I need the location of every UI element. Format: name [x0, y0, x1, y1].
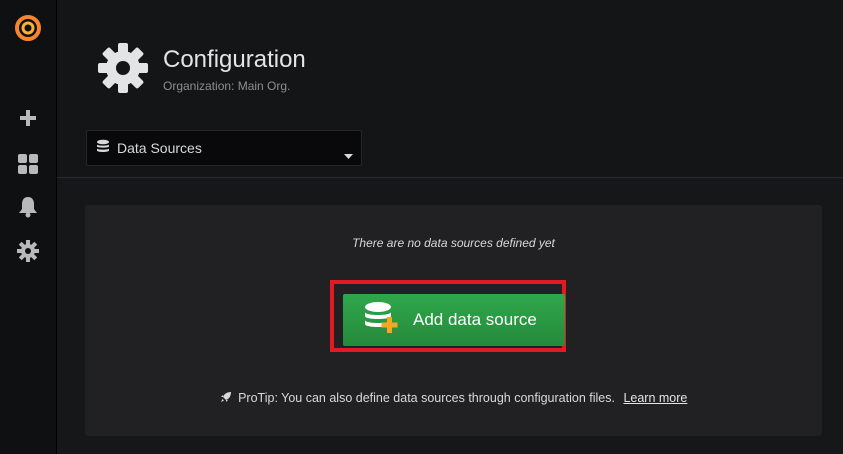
- caret-down-icon: [344, 146, 353, 164]
- plus-icon[interactable]: [0, 98, 56, 138]
- protip-text: ProTip: You can also define data sources…: [238, 391, 615, 405]
- database-add-icon: [363, 301, 399, 340]
- section-dropdown[interactable]: Data Sources: [86, 130, 362, 166]
- empty-list-panel: There are no data sources defined yet Ad…: [85, 205, 822, 436]
- grafana-logo-icon[interactable]: [0, 8, 56, 48]
- gear-icon: [97, 42, 149, 99]
- bell-icon[interactable]: [0, 187, 56, 227]
- database-icon: [96, 139, 110, 158]
- add-data-source-button[interactable]: Add data source: [343, 294, 565, 346]
- page-subtitle: Organization: Main Org.: [163, 79, 291, 93]
- rocket-icon: [220, 391, 232, 406]
- empty-message: There are no data sources defined yet: [352, 236, 555, 250]
- protip: ProTip: You can also define data sources…: [85, 391, 822, 406]
- page-header: Configuration Organization: Main Org. Da…: [57, 0, 843, 178]
- learn-more-link[interactable]: Learn more: [623, 391, 687, 405]
- add-data-source-label: Add data source: [413, 310, 537, 329]
- sidebar: [0, 0, 57, 454]
- section-dropdown-label: Data Sources: [117, 140, 202, 156]
- gear-icon[interactable]: [0, 231, 56, 271]
- dashboards-grid-icon[interactable]: [0, 144, 56, 184]
- page-title: Configuration: [163, 46, 306, 73]
